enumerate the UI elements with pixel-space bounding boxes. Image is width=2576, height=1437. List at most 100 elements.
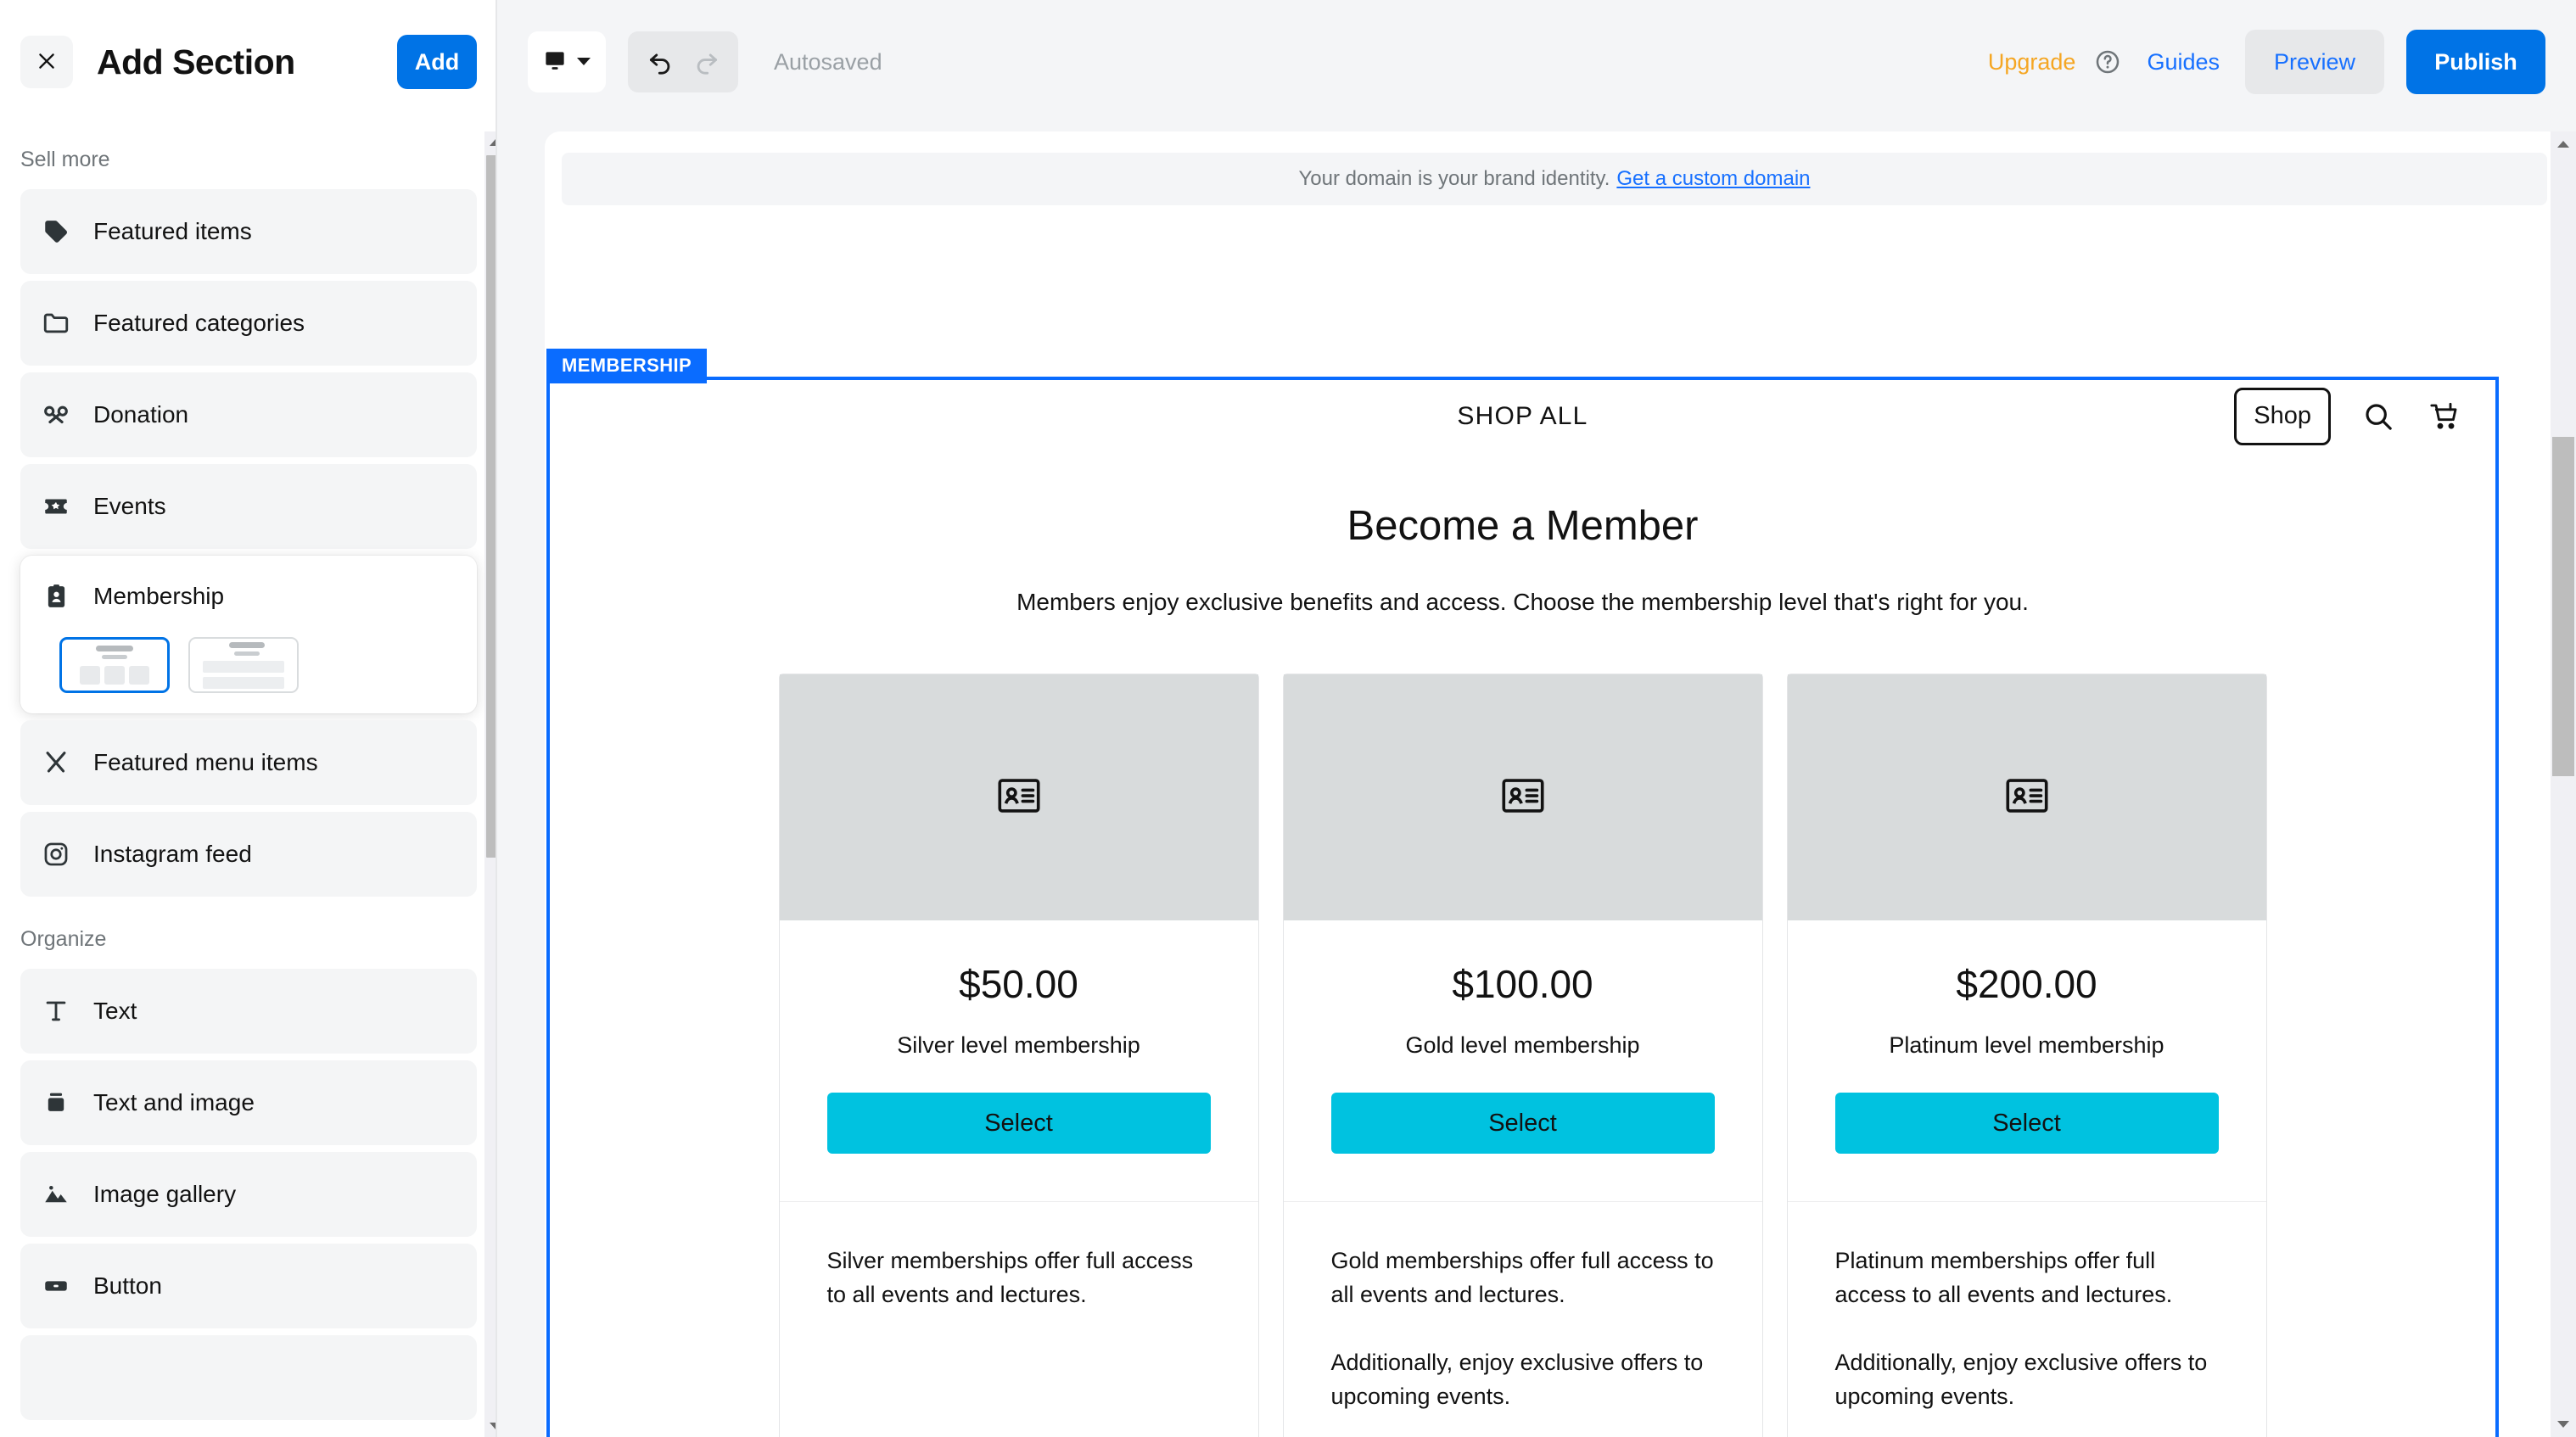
sidebar-item-image-gallery[interactable]: Image gallery: [20, 1152, 477, 1237]
card-description-paragraph: Gold memberships offer full access to al…: [1330, 1248, 1714, 1307]
card-description-paragraph: Silver memberships offer full access to …: [826, 1248, 1194, 1307]
search-icon[interactable]: [2361, 400, 2395, 433]
sidebar-item-featured-categories[interactable]: Featured categories: [20, 281, 477, 366]
desktop-icon: [542, 50, 568, 75]
card-name: Platinum level membership: [1889, 1032, 2164, 1058]
device-selector-button[interactable]: [528, 31, 606, 92]
card-description: Silver memberships offer full access to …: [779, 1201, 1258, 1355]
page-title: Add Section: [97, 42, 295, 81]
shop-button[interactable]: Shop: [2234, 387, 2331, 445]
scroll-down-icon[interactable]: [2551, 1412, 2576, 1437]
button-icon: [39, 1269, 73, 1303]
sidebar-item-featured-items[interactable]: Featured items: [20, 189, 477, 274]
card-image-placeholder: [1283, 674, 1762, 920]
sidebar-item-membership[interactable]: Membership: [20, 556, 477, 713]
membership-card[interactable]: $100.00 Gold level membership Select Gol…: [1282, 674, 1763, 1437]
nav-right-group: Shop: [2234, 387, 2461, 445]
thumb-columns: [80, 666, 149, 685]
membership-cards: $50.00 Silver level membership Select Si…: [550, 674, 2495, 1437]
redo-button[interactable]: [686, 42, 727, 82]
card-price: $50.00: [959, 962, 1078, 1006]
undo-button[interactable]: [640, 42, 680, 82]
upgrade-link[interactable]: Upgrade: [1988, 49, 2076, 75]
site-canvas: Your domain is your brand identity. Get …: [545, 131, 2564, 1437]
membership-card[interactable]: $50.00 Silver level membership Select Si…: [778, 674, 1259, 1437]
cutlery-icon: [39, 746, 73, 780]
panel-header: Add Section Add: [0, 0, 497, 124]
add-button[interactable]: Add: [397, 35, 477, 89]
id-card-icon: [994, 771, 1044, 825]
preview-scrollbar[interactable]: [2551, 131, 2576, 1437]
sidebar-item-donation[interactable]: Donation: [20, 372, 477, 457]
membership-layout-list[interactable]: [188, 637, 299, 693]
redo-icon: [692, 47, 721, 78]
sidebar-item-text[interactable]: Text: [20, 969, 477, 1054]
sidebar-item-featured-menu-items[interactable]: Featured menu items: [20, 720, 477, 805]
thumb-bar: [234, 651, 260, 656]
sidebar-item-label: Featured items: [93, 218, 252, 244]
thumb-bar: [96, 646, 133, 651]
site-nav: SHOP ALL Shop: [550, 380, 2495, 452]
sidebar-item-instagram-feed[interactable]: Instagram feed: [20, 812, 477, 897]
nav-shop-all-label[interactable]: SHOP ALL: [1457, 402, 1588, 431]
card-name: Gold level membership: [1405, 1032, 1640, 1058]
help-circle-icon[interactable]: [2094, 48, 2121, 75]
thumb-rows: [203, 660, 284, 689]
sidebar-item-label: Featured menu items: [93, 749, 318, 775]
preview-button[interactable]: Preview: [2245, 30, 2384, 94]
text-icon: [39, 994, 73, 1028]
membership-layout-grid[interactable]: [59, 637, 170, 693]
select-button[interactable]: Select: [1834, 1093, 2219, 1154]
sidebar-item-label: Image gallery: [93, 1181, 237, 1207]
group-label-sell-more: Sell more: [20, 148, 110, 171]
preview-scrollbar-thumb[interactable]: [2552, 437, 2574, 776]
chevron-down-icon: [576, 56, 591, 69]
scroll-up-icon[interactable]: [2551, 131, 2576, 157]
ticket-icon: [39, 489, 73, 523]
card-description-paragraph: Additionally, enjoy exclusive offers to …: [1330, 1349, 1704, 1409]
close-panel-button[interactable]: [20, 36, 73, 88]
card-image-placeholder: [1787, 674, 2266, 920]
membership-section: Become a Member Members enjoy exclusive …: [550, 455, 2495, 1437]
site-preview-frame: MEMBERSHIP SHOP ALL Shop Become a Member…: [545, 227, 2564, 1437]
sidebar-item-label: Donation: [93, 401, 189, 428]
sidebar-item-label: Text and image: [93, 1089, 255, 1115]
id-card-icon: [1498, 771, 1548, 825]
card-description: Platinum memberships offer full access t…: [1787, 1201, 2266, 1437]
section-title: Become a Member: [1347, 503, 1699, 549]
id-card-icon: [2002, 771, 2052, 825]
get-custom-domain-link[interactable]: Get a custom domain: [1616, 167, 1810, 191]
sidebar-item-label: Featured categories: [93, 310, 305, 336]
card-price: $100.00: [1452, 962, 1593, 1006]
editor-toolbar: Autosaved Upgrade Guides Preview Publish: [497, 0, 2576, 124]
select-button[interactable]: Select: [1330, 1093, 1715, 1154]
card-image-placeholder: [779, 674, 1258, 920]
guides-link[interactable]: Guides: [2147, 49, 2220, 75]
publish-button[interactable]: Publish: [2406, 30, 2545, 94]
cart-icon[interactable]: [2426, 400, 2461, 433]
id-card-icon: [39, 579, 73, 613]
membership-card[interactable]: $200.00 Platinum level membership Select…: [1786, 674, 2267, 1437]
section-tag-badge: MEMBERSHIP: [546, 349, 708, 383]
membership-layout-options: [20, 637, 477, 693]
add-section-panel: Add Section Add Sell more Featured items…: [0, 0, 497, 1437]
folder-icon: [39, 306, 73, 340]
tag-icon: [39, 215, 73, 249]
section-subtitle: Members enjoy exclusive benefits and acc…: [1016, 589, 2029, 615]
sidebar-item-text-and-image[interactable]: Text and image: [20, 1060, 477, 1145]
thumb-bar: [102, 655, 127, 659]
close-icon: [36, 50, 58, 75]
ribbon-icon: [39, 398, 73, 432]
card-price: $200.00: [1956, 962, 2097, 1006]
sidebar-item-events[interactable]: Events: [20, 464, 477, 549]
sidebar-item-partial[interactable]: [20, 1335, 477, 1420]
select-button[interactable]: Select: [826, 1093, 1211, 1154]
sidebar-item-label: Instagram feed: [93, 841, 252, 867]
card-name: Silver level membership: [897, 1032, 1140, 1058]
sidebar-item-button[interactable]: Button: [20, 1244, 477, 1328]
panel-scroll-area: Sell more Featured items Featured catego…: [0, 124, 497, 1437]
undo-redo-group: [628, 31, 738, 92]
card-description-paragraph: Platinum memberships offer full access t…: [1834, 1248, 2173, 1307]
membership-header: Membership: [20, 556, 477, 637]
editor-area: Autosaved Upgrade Guides Preview Publish…: [497, 0, 2576, 1437]
